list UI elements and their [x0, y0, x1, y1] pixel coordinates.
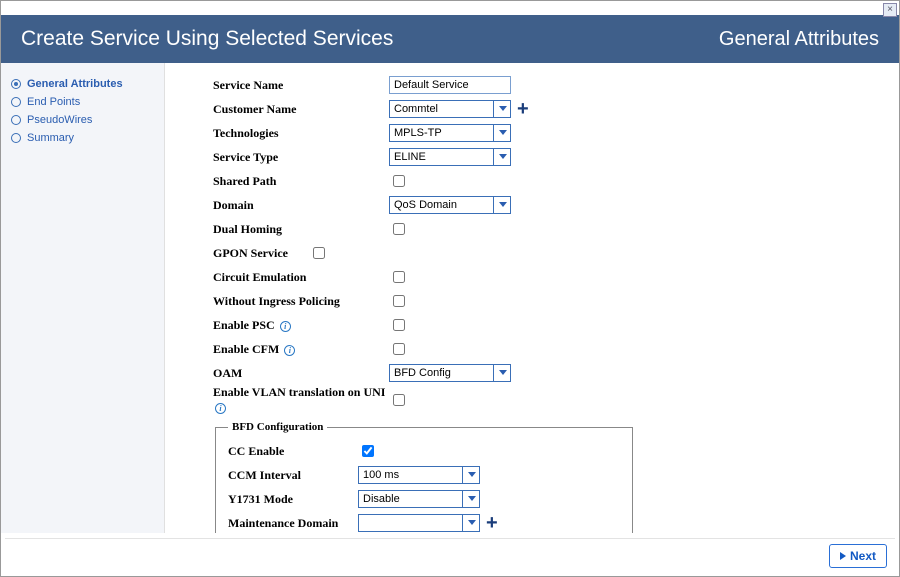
dialog-title: Create Service Using Selected Services — [21, 27, 393, 51]
section-title: General Attributes — [719, 28, 879, 51]
label-maintenance-domain: Maintenance Domain — [228, 516, 358, 531]
label-technologies: Technologies — [213, 126, 389, 141]
label-service-name: Service Name — [213, 78, 389, 93]
service-name-input[interactable] — [389, 76, 511, 94]
label-circuit-emulation: Circuit Emulation — [213, 270, 389, 285]
label-enable-vlan-translation: Enable VLAN translation on UNI i — [213, 385, 389, 415]
bfd-legend: BFD Configuration — [228, 421, 327, 433]
technologies-select[interactable]: MPLS-TP — [389, 124, 511, 142]
circuit-emulation-checkbox[interactable] — [393, 271, 405, 283]
radio-icon — [11, 133, 21, 143]
bfd-configuration-group: BFD Configuration CC Enable CCM Interval… — [215, 421, 633, 533]
nav-label: Summary — [27, 132, 74, 144]
chevron-down-icon — [499, 106, 507, 111]
info-icon[interactable]: i — [215, 403, 226, 414]
label-ccm-interval: CCM Interval — [228, 468, 358, 483]
enable-vlan-translation-checkbox[interactable] — [393, 394, 405, 406]
info-icon[interactable]: i — [280, 321, 291, 332]
label-gpon-service: GPON Service — [213, 246, 309, 261]
next-button[interactable]: Next — [829, 544, 887, 568]
chevron-down-icon — [499, 154, 507, 159]
domain-select[interactable]: QoS Domain — [389, 196, 511, 214]
nav-label: PseudoWires — [27, 114, 92, 126]
form-panel: Service Name Customer Name Commtel + Tec… — [165, 63, 899, 533]
dialog-header: Create Service Using Selected Services G… — [1, 15, 899, 63]
label-cc-enable: CC Enable — [228, 444, 358, 459]
chevron-down-icon — [468, 496, 476, 501]
label-enable-cfm: Enable CFM i — [213, 342, 389, 357]
add-customer-button[interactable]: + — [517, 102, 529, 116]
y1731-mode-select[interactable]: Disable — [358, 490, 480, 508]
label-enable-psc: Enable PSC i — [213, 318, 389, 333]
enable-psc-checkbox[interactable] — [393, 319, 405, 331]
next-label: Next — [850, 549, 876, 563]
y1731-mode-value: Disable — [363, 493, 400, 505]
nav-pseudowires[interactable]: PseudoWires — [11, 111, 154, 129]
chevron-down-icon — [468, 472, 476, 477]
label-service-type: Service Type — [213, 150, 389, 165]
chevron-down-icon — [468, 520, 476, 525]
arrow-right-icon — [840, 552, 846, 560]
add-maintenance-domain-button[interactable]: + — [486, 516, 498, 530]
dialog-footer: Next — [5, 538, 895, 572]
label-customer-name: Customer Name — [213, 102, 389, 117]
nav-label: End Points — [27, 96, 80, 108]
label-domain: Domain — [213, 198, 389, 213]
gpon-service-checkbox[interactable] — [313, 247, 325, 259]
label-oam: OAM — [213, 366, 389, 381]
nav-summary[interactable]: Summary — [11, 129, 154, 147]
cc-enable-checkbox[interactable] — [362, 445, 374, 457]
label-shared-path: Shared Path — [213, 174, 389, 189]
service-type-value: ELINE — [394, 151, 426, 163]
customer-name-value: Commtel — [394, 103, 438, 115]
customer-name-select[interactable]: Commtel — [389, 100, 511, 118]
info-icon[interactable]: i — [284, 345, 295, 356]
without-ingress-policing-checkbox[interactable] — [393, 295, 405, 307]
label-dual-homing: Dual Homing — [213, 222, 389, 237]
oam-select[interactable]: BFD Config — [389, 364, 511, 382]
chevron-down-icon — [499, 202, 507, 207]
ccm-interval-value: 100 ms — [363, 469, 399, 481]
label-without-ingress-policing: Without Ingress Policing — [213, 294, 389, 309]
technologies-value: MPLS-TP — [394, 127, 442, 139]
dual-homing-checkbox[interactable] — [393, 223, 405, 235]
enable-cfm-checkbox[interactable] — [393, 343, 405, 355]
maintenance-domain-select[interactable] — [358, 514, 480, 532]
chevron-down-icon — [499, 130, 507, 135]
chevron-down-icon — [499, 370, 507, 375]
radio-icon — [11, 97, 21, 107]
shared-path-checkbox[interactable] — [393, 175, 405, 187]
domain-value: QoS Domain — [394, 199, 457, 211]
oam-value: BFD Config — [394, 367, 451, 379]
radio-icon — [11, 79, 21, 89]
radio-icon — [11, 115, 21, 125]
service-type-select[interactable]: ELINE — [389, 148, 511, 166]
nav-label: General Attributes — [27, 78, 123, 90]
close-icon[interactable]: × — [883, 3, 897, 17]
nav-general-attributes[interactable]: General Attributes — [11, 75, 154, 93]
wizard-sidebar: General Attributes End Points PseudoWire… — [1, 63, 165, 533]
label-y1731-mode: Y1731 Mode — [228, 492, 358, 507]
ccm-interval-select[interactable]: 100 ms — [358, 466, 480, 484]
nav-end-points[interactable]: End Points — [11, 93, 154, 111]
